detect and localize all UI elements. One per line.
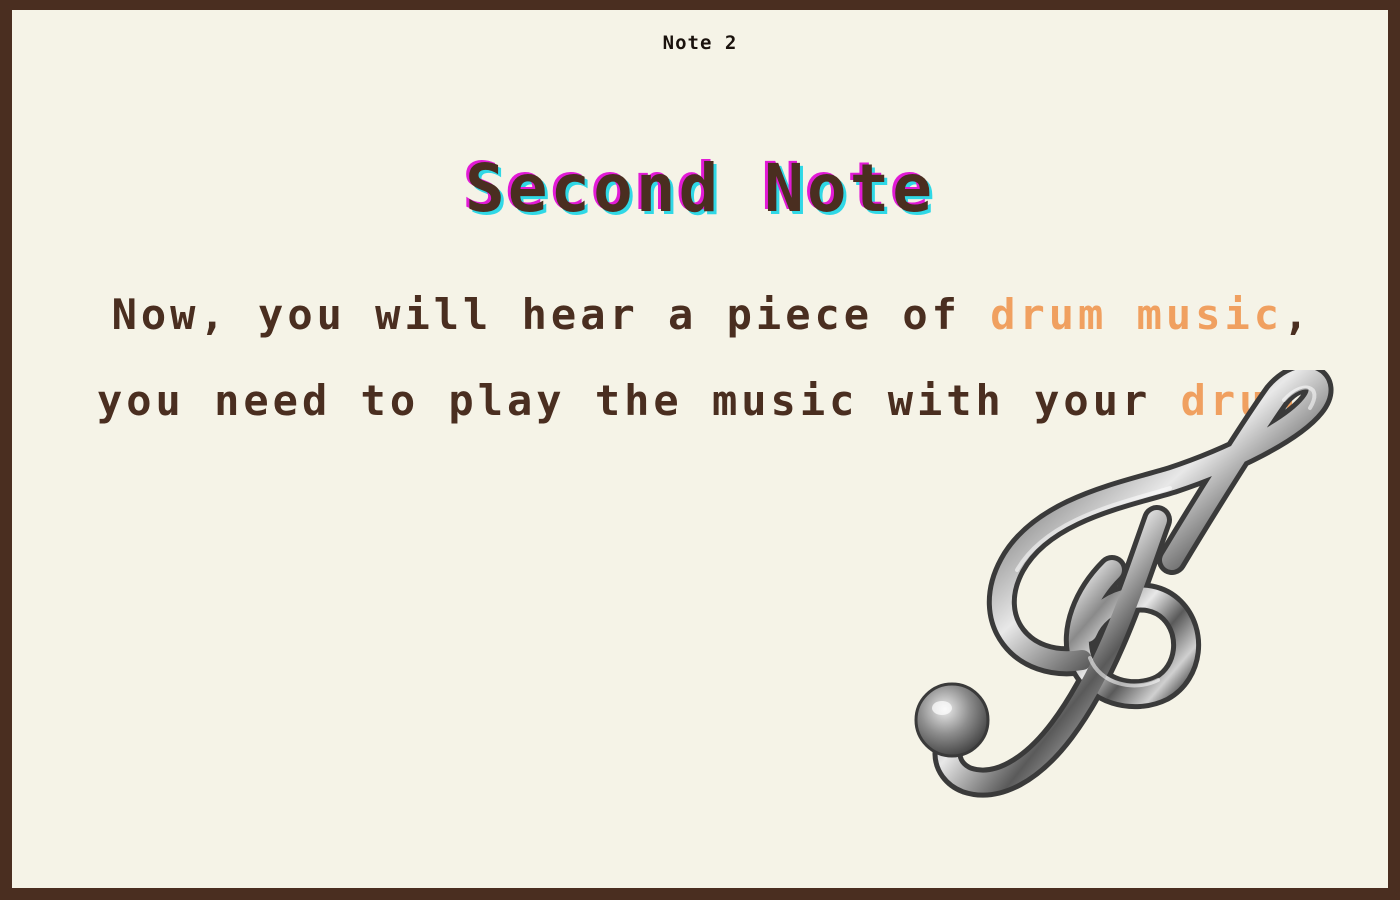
highlight-drum-music: drum music	[990, 290, 1284, 339]
page-title: Second Note	[464, 150, 936, 227]
note-label: Note 2	[662, 32, 738, 54]
treble-clef-icon	[914, 370, 1334, 798]
game-screen: Note 2 Second Note Now, you will hear a …	[0, 0, 1400, 900]
instruction-part-1: Now, you will hear a piece of	[111, 290, 991, 339]
